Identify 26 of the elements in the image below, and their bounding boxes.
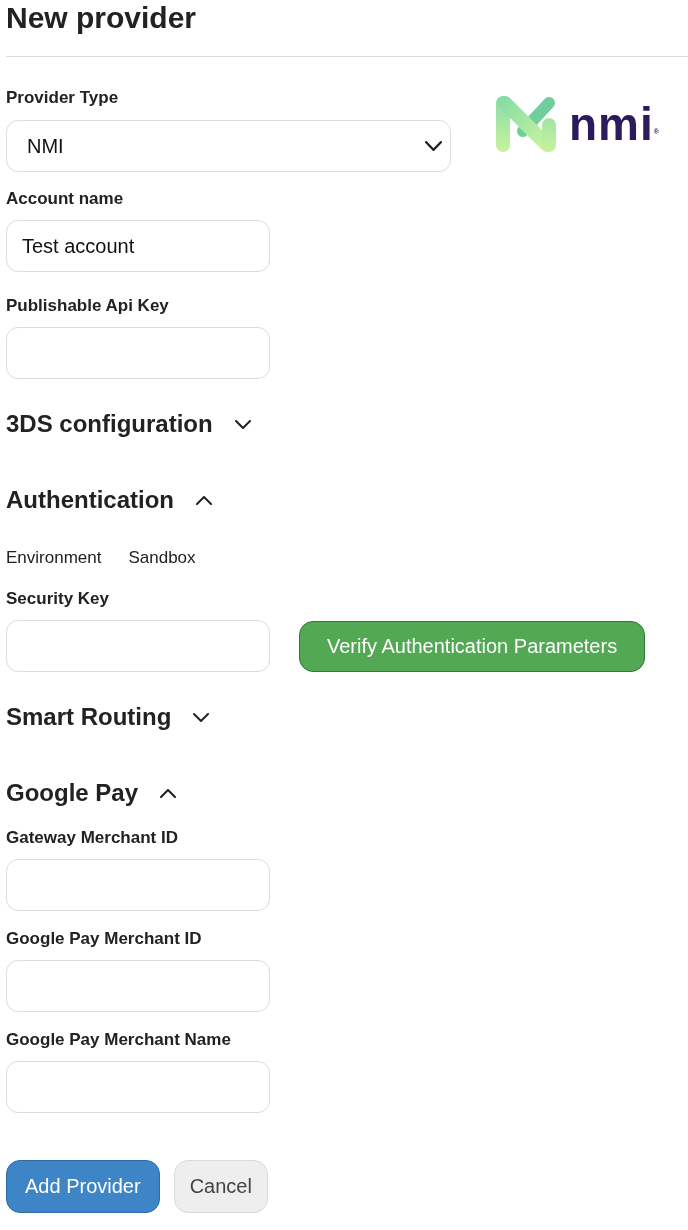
text-input-field[interactable] bbox=[6, 960, 270, 1012]
field-label: Gateway Merchant ID bbox=[6, 827, 178, 849]
logo-wordmark: nmi$^{®}$ bbox=[569, 100, 659, 148]
field-label: Publishable Api Key bbox=[6, 295, 169, 317]
page-title: New provider bbox=[6, 0, 197, 36]
info-value: Sandbox bbox=[128, 547, 196, 569]
field-label: Google Pay Merchant ID bbox=[6, 928, 202, 950]
logo-icon bbox=[495, 95, 557, 153]
text-input-field[interactable] bbox=[6, 327, 270, 379]
section-toggle[interactable]: Authentication bbox=[6, 485, 212, 515]
field-label: Provider Type bbox=[6, 87, 119, 109]
section-toggle[interactable]: 3DS configuration bbox=[6, 409, 251, 439]
section-toggle[interactable]: Google Pay bbox=[6, 778, 177, 808]
text-input-field[interactable] bbox=[6, 1061, 270, 1113]
field-label: Google Pay Merchant Name bbox=[6, 1029, 231, 1051]
field-label: Account name bbox=[6, 188, 124, 210]
text-input-field[interactable]: Test account bbox=[6, 220, 270, 272]
add-button[interactable]: Add Provider bbox=[6, 1160, 160, 1213]
section-toggle[interactable]: Smart Routing bbox=[6, 702, 210, 732]
field-label: Security Key bbox=[6, 588, 109, 610]
text-input-field[interactable] bbox=[6, 859, 270, 911]
dropdown-select[interactable]: NMI bbox=[6, 120, 451, 172]
info-label: Environment bbox=[6, 547, 102, 569]
chevron-down-icon bbox=[425, 141, 442, 151]
text-input-field[interactable] bbox=[6, 620, 270, 672]
cancel-button[interactable]: Cancel bbox=[173, 1160, 268, 1213]
